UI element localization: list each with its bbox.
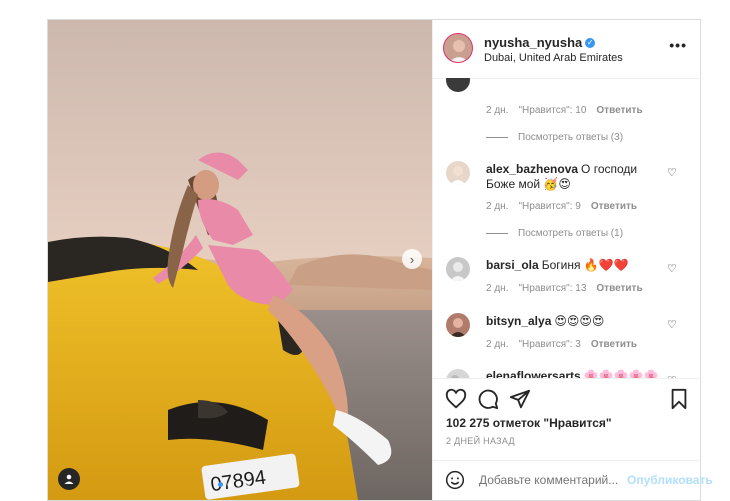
heart-icon[interactable] bbox=[445, 388, 467, 410]
carousel-indicator bbox=[218, 482, 250, 487]
post-header: nyusha_nyusha ✓ Dubai, United Arab Emira… bbox=[433, 20, 701, 79]
comment-content: Богиня 🔥❤️❤️ bbox=[541, 258, 629, 272]
carousel-dot bbox=[236, 482, 241, 487]
avatar[interactable] bbox=[443, 33, 473, 63]
post-card: 07894 › nyus bbox=[47, 19, 713, 501]
likes-count[interactable]: 102 275 отметок "Нравится" bbox=[446, 416, 612, 430]
comment-likes[interactable]: "Нравится": 3 bbox=[518, 339, 580, 350]
comments-list[interactable]: 2 дн. "Нравится": 10 Ответить Посмотреть… bbox=[433, 78, 701, 378]
comment-likes[interactable]: "Нравится": 10 bbox=[518, 105, 586, 116]
comment-text: elenaflowersarts🌸🌸🌸🌸🌸🌸🌸🌸 bbox=[486, 369, 666, 378]
more-options-icon[interactable]: ••• bbox=[669, 37, 687, 53]
view-replies-label: Посмотреть ответы (3) bbox=[518, 132, 624, 143]
comment-text: alex_bazhenova О господи Боже мой 🥳😍 bbox=[486, 162, 666, 192]
reply-button[interactable]: Ответить bbox=[596, 283, 642, 294]
like-comment-heart-icon[interactable]: ♡ bbox=[667, 262, 677, 275]
comment-text: bitsyn_alya 😍😍😍😍 bbox=[486, 314, 666, 329]
comment-author[interactable]: bitsyn_alya bbox=[486, 314, 551, 328]
comment-icon[interactable] bbox=[477, 388, 499, 410]
comment-author[interactable]: barsi_ola bbox=[486, 258, 539, 272]
avatar[interactable] bbox=[446, 369, 470, 378]
post-sidebar: nyusha_nyusha ✓ Dubai, United Arab Emira… bbox=[432, 20, 713, 501]
publish-button[interactable]: Опубликовать bbox=[627, 473, 713, 487]
reply-button[interactable]: Ответить bbox=[591, 201, 637, 212]
comment-text: barsi_ola Богиня 🔥❤️❤️ bbox=[486, 258, 666, 273]
carousel-dot bbox=[227, 482, 232, 487]
tagged-users-button[interactable] bbox=[58, 468, 80, 490]
emoji-icon[interactable] bbox=[445, 470, 465, 490]
avatar[interactable] bbox=[446, 161, 470, 185]
avatar[interactable] bbox=[446, 313, 470, 337]
comment-time[interactable]: 2 дн. bbox=[486, 201, 508, 212]
post-location[interactable]: Dubai, United Arab Emirates bbox=[484, 52, 623, 64]
comment-meta: 2 дн. "Нравится": 10 Ответить bbox=[486, 105, 643, 116]
comment-author[interactable]: alex_bazhenova bbox=[486, 162, 578, 176]
comment-meta: 2 дн. "Нравится": 13 Ответить bbox=[486, 283, 643, 294]
comment-author[interactable]: elenaflowersarts bbox=[486, 369, 581, 378]
chevron-right-icon: › bbox=[409, 251, 415, 267]
comment-time[interactable]: 2 дн. bbox=[486, 339, 508, 350]
view-replies-label: Посмотреть ответы (1) bbox=[518, 228, 624, 239]
add-comment-bar: Опубликовать bbox=[433, 460, 713, 501]
post-date[interactable]: 2 ДНЕЙ НАЗАД bbox=[446, 436, 515, 446]
photo-illustration: 07894 bbox=[48, 20, 432, 500]
avatar[interactable] bbox=[446, 78, 470, 92]
post-photo[interactable]: 07894 › bbox=[48, 20, 432, 500]
carousel-dot bbox=[218, 482, 223, 487]
view-replies-button[interactable]: Посмотреть ответы (1) bbox=[486, 228, 623, 239]
like-comment-heart-icon[interactable]: ♡ bbox=[667, 318, 677, 331]
comment-likes[interactable]: "Нравится": 9 bbox=[518, 201, 580, 212]
like-comment-heart-icon[interactable]: ♡ bbox=[667, 166, 677, 179]
bookmark-icon[interactable] bbox=[669, 388, 689, 410]
reply-button[interactable]: Ответить bbox=[591, 339, 637, 350]
comment-content: 😍😍😍😍 bbox=[554, 314, 605, 328]
user-icon bbox=[64, 474, 74, 484]
comment-meta: 2 дн. "Нравится": 9 Ответить bbox=[486, 201, 637, 212]
view-replies-button[interactable]: Посмотреть ответы (3) bbox=[486, 132, 623, 143]
comment-likes[interactable]: "Нравится": 13 bbox=[518, 283, 586, 294]
share-icon[interactable] bbox=[509, 388, 531, 410]
comment-meta: 2 дн. "Нравится": 3 Ответить bbox=[486, 339, 637, 350]
username[interactable]: nyusha_nyusha bbox=[484, 35, 582, 50]
carousel-dot bbox=[245, 482, 250, 487]
reply-button[interactable]: Ответить bbox=[596, 105, 642, 116]
post-author[interactable]: nyusha_nyusha ✓ bbox=[484, 35, 596, 50]
comment-time[interactable]: 2 дн. bbox=[486, 105, 508, 116]
next-photo-button[interactable]: › bbox=[402, 249, 422, 269]
verified-icon: ✓ bbox=[585, 37, 596, 48]
comment-time[interactable]: 2 дн. bbox=[486, 283, 508, 294]
avatar[interactable] bbox=[446, 257, 470, 281]
comment-input[interactable] bbox=[477, 472, 631, 488]
